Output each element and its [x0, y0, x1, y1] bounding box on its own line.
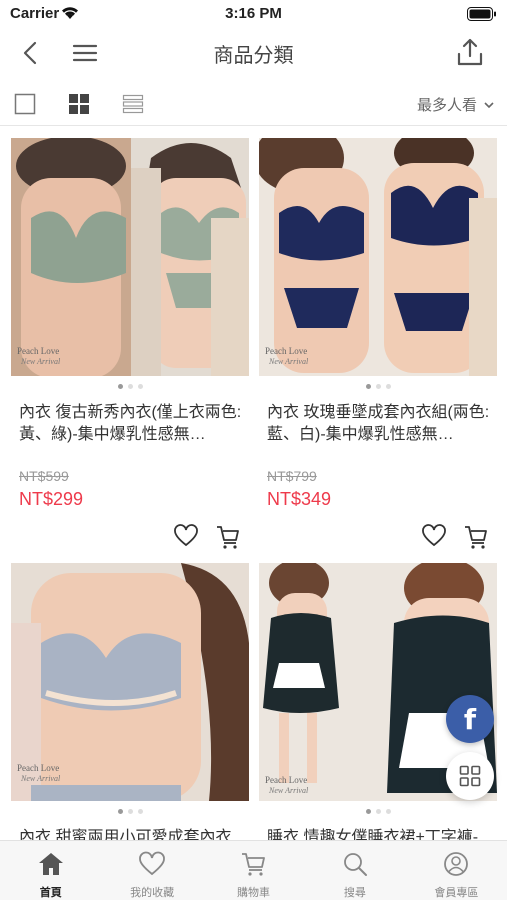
single-view-icon[interactable] [14, 93, 36, 115]
tab-label: 會員專區 [434, 887, 479, 899]
product-name[interactable]: 內衣 甜蜜兩用小可愛成套內衣 [19, 827, 243, 840]
home-icon [38, 853, 63, 875]
add-to-cart-icon[interactable] [463, 524, 489, 550]
facebook-icon: f [463, 702, 477, 736]
tab-search[interactable]: 搜尋 [304, 841, 405, 900]
product-name[interactable]: 內衣 玫瑰垂墜成套內衣組(兩色:藍、白)-集中爆乳性感無… [267, 402, 491, 446]
photo-pager [11, 384, 249, 389]
chevron-down-icon [484, 101, 494, 108]
photo-caption: Peach Love [17, 763, 60, 773]
tab-member[interactable]: 會員專區 [406, 841, 507, 900]
user-icon [444, 852, 469, 876]
photo-subcaption: New Arrival [21, 774, 61, 783]
heart-icon[interactable] [421, 524, 447, 548]
product-card[interactable]: Peach Love New Arrival 內衣 復古新秀內衣(僅上衣兩色:黃… [11, 138, 249, 558]
view-toolbar: 最多人看 [0, 80, 507, 126]
photo-subcaption: New Arrival [21, 357, 61, 366]
product-grid: Peach Love New Arrival 內衣 復古新秀內衣(僅上衣兩色:黃… [0, 126, 507, 840]
sale-price: NT$349 [267, 489, 332, 509]
product-card[interactable]: Peach Love New Arrival 內衣 玫瑰垂墜成套內衣組(兩色:藍… [259, 138, 497, 558]
facebook-button[interactable]: f [446, 695, 494, 743]
sort-dropdown[interactable]: 最多人看 [417, 94, 495, 115]
tab-label: 我的收藏 [130, 887, 175, 899]
navigation-bar: 商品分類 [0, 28, 507, 78]
tab-cart[interactable]: 購物車 [203, 841, 304, 900]
clock: 3:16 PM [225, 5, 282, 22]
cart-icon [241, 853, 265, 876]
heart-icon[interactable] [173, 524, 199, 548]
add-to-cart-icon[interactable] [215, 524, 241, 550]
share-icon[interactable] [455, 36, 485, 68]
photo-pager [259, 809, 497, 814]
grid-view-icon[interactable] [68, 93, 90, 115]
sale-price: NT$299 [19, 489, 84, 509]
status-bar: Carrier 3:16 PM [0, 0, 507, 28]
tab-label: 購物車 [237, 887, 271, 899]
page-title: 商品分類 [213, 45, 294, 67]
product-photo[interactable]: Peach Love New Arrival [259, 138, 497, 376]
product-photo[interactable]: Peach Love New Arrival [11, 563, 249, 801]
photo-pager [259, 384, 497, 389]
photo-caption: Peach Love [17, 346, 60, 356]
original-price: NT$599 [19, 468, 69, 484]
list-view-icon[interactable] [122, 93, 144, 115]
photo-caption: Peach Love [265, 775, 308, 785]
product-card[interactable]: Peach Love New Arrival 內衣 甜蜜兩用小可愛成套內衣 [11, 563, 249, 840]
search-icon [344, 853, 367, 876]
tab-bar: 首頁 我的收藏 購物車 搜尋 會員專區 [0, 840, 507, 900]
tab-label: 搜尋 [343, 887, 366, 899]
product-name[interactable]: 內衣 復古新秀內衣(僅上衣兩色:黃、綠)-集中爆乳性感無… [19, 402, 243, 446]
original-price: NT$799 [267, 468, 317, 484]
sort-label: 最多人看 [416, 97, 477, 114]
battery-icon [467, 7, 497, 26]
tab-favorites[interactable]: 我的收藏 [101, 841, 202, 900]
photo-pager [11, 809, 249, 814]
photo-subcaption: New Arrival [269, 786, 309, 795]
product-photo[interactable]: Peach Love New Arrival [11, 138, 249, 376]
tab-label: 首頁 [39, 887, 62, 899]
grid-icon [459, 765, 481, 787]
heart-icon [139, 851, 166, 876]
category-grid-button[interactable] [446, 752, 494, 800]
photo-caption: Peach Love [265, 346, 308, 356]
tab-home[interactable]: 首頁 [0, 841, 101, 900]
product-name[interactable]: 睡衣 情趣女僕睡衣裙+丁字褲- [267, 827, 491, 840]
photo-subcaption: New Arrival [269, 357, 309, 366]
